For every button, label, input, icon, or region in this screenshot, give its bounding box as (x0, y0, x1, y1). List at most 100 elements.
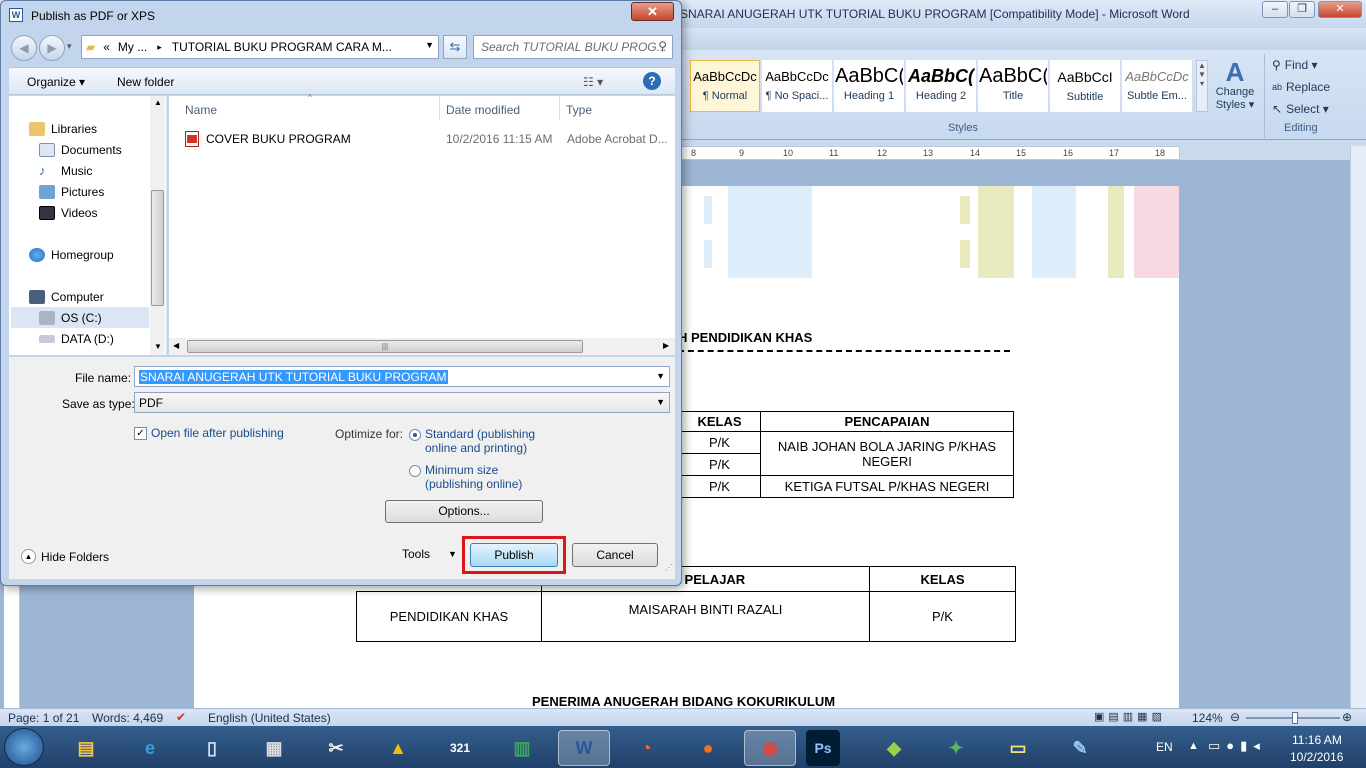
language-status[interactable]: English (United States) (208, 711, 331, 725)
file-name-input[interactable]: SNARAI ANUGERAH UTK TUTORIAL BUKU PROGRA… (134, 366, 670, 387)
resize-grip-icon[interactable]: ⋰ (665, 563, 673, 572)
file-name-dropdown-icon[interactable]: ▼ (656, 371, 665, 381)
snipping-tool-icon[interactable]: ✂ (310, 730, 362, 766)
chrome-icon[interactable]: ◉ (744, 730, 796, 766)
file-hscroll-thumb[interactable]: ||| (187, 340, 583, 353)
back-button[interactable]: ◀ (11, 35, 37, 61)
save-as-dropdown-icon[interactable]: ▼ (656, 397, 665, 407)
nav-homegroup[interactable]: Homegroup (29, 244, 169, 265)
style-subtle-emphasis[interactable]: AaBbCcDc Subtle Em... (1122, 60, 1192, 112)
close-button[interactable]: ✕ (631, 2, 674, 21)
minimum-size-radio[interactable]: Minimum size (publishing online) (409, 463, 569, 491)
libraries-icon (29, 121, 45, 136)
calculator-icon[interactable]: ▦ (248, 730, 300, 766)
style-subtitle[interactable]: AaBbCcI Subtitle (1050, 60, 1120, 112)
nav-libraries[interactable]: Libraries (29, 118, 169, 139)
clock-time[interactable]: 11:16 AM (1292, 733, 1342, 747)
find-button[interactable]: ⚲ Find ▾ (1272, 58, 1318, 72)
language-indicator[interactable]: EN (1156, 740, 1173, 754)
word-count[interactable]: Words: 4,469 (92, 711, 163, 725)
hide-folders-button[interactable]: ▲ Hide Folders (21, 549, 109, 564)
table-cell: P/K (678, 475, 761, 498)
save-as-type-select[interactable]: PDF ▼ (134, 392, 670, 413)
refresh-icon[interactable]: ⇆ (443, 35, 467, 59)
paint-icon[interactable]: ✎ (1054, 730, 1106, 766)
page-count[interactable]: Page: 1 of 21 (8, 711, 79, 725)
table-cell: KETIGA FUTSAL P/KHAS NEGERI (760, 475, 1014, 498)
style-no-spacing[interactable]: AaBbCcDc ¶ No Spaci... (762, 60, 832, 112)
new-folder-button[interactable]: New folder (117, 75, 174, 89)
nav-scroll-thumb[interactable] (151, 190, 164, 306)
file-hscrollbar[interactable]: ◀ ||| ▶ (169, 338, 675, 355)
reader-icon[interactable]: ▥ (496, 730, 548, 766)
options-button[interactable]: Options... (385, 500, 543, 523)
organize-button[interactable]: Organize ▾ (27, 75, 85, 89)
scroll-left-icon[interactable]: ◀ (173, 341, 179, 350)
tools-button[interactable]: Tools ▼ (402, 547, 457, 561)
help-icon[interactable]: ? (643, 72, 661, 90)
archive-icon[interactable]: ▲ (372, 730, 424, 766)
style-title[interactable]: AaBbC( Title (978, 60, 1048, 112)
column-divider[interactable] (439, 96, 440, 120)
recycle-bin-icon[interactable]: ▯ (186, 730, 238, 766)
firefox-icon[interactable]: ● (682, 730, 734, 766)
standard-radio[interactable]: Standard (publishing online and printing… (409, 427, 569, 455)
search-input[interactable]: Search TUTORIAL BUKU PROG... ⚲ (473, 35, 673, 59)
header-decoration (704, 196, 712, 224)
style-heading-2[interactable]: AaBbC( Heading 2 (906, 60, 976, 112)
file-name: COVER BUKU PROGRAM (206, 132, 351, 146)
nav-computer[interactable]: Computer (29, 286, 169, 307)
open-after-publishing-checkbox[interactable]: ✓ Open file after publishing (134, 426, 284, 440)
view-buttons[interactable]: ▣▤▥▦▧ (1094, 710, 1166, 723)
clock-date[interactable]: 10/2/2016 (1290, 750, 1343, 764)
bluestacks-icon[interactable]: ◆ (868, 730, 920, 766)
select-button[interactable]: ↖ Select ▾ (1272, 102, 1329, 116)
replace-button[interactable]: ab Replace (1272, 80, 1330, 94)
nav-drive-c[interactable]: OS (C:) (11, 307, 149, 328)
style-normal[interactable]: AaBbCcDc ¶ Normal (690, 60, 760, 112)
start-button[interactable] (4, 728, 44, 766)
explorer-icon[interactable]: ▤ (60, 730, 112, 766)
sticky-notes-icon[interactable]: ▭ (992, 730, 1044, 766)
zoom-out-icon[interactable]: ⊖ (1230, 710, 1240, 724)
zoom-in-icon[interactable]: ⊕ (1342, 710, 1352, 724)
zoom-level[interactable]: 124% (1192, 711, 1223, 725)
publish-button[interactable]: Publish (470, 543, 558, 567)
dashed-underline (678, 350, 1010, 352)
horizontal-ruler[interactable]: 8 9 10 11 12 13 14 15 16 17 18 (680, 146, 1180, 160)
orbit-icon[interactable]: ◔ (620, 730, 672, 766)
breadcrumb-my[interactable]: My ... (118, 40, 147, 54)
column-type[interactable]: Type (566, 103, 592, 117)
zoom-thumb[interactable] (1292, 712, 1298, 724)
book-icon[interactable]: ✦ (930, 730, 982, 766)
change-styles-button[interactable]: A Change Styles ▾ (1212, 58, 1258, 111)
style-heading-1[interactable]: AaBbC( Heading 1 (834, 60, 904, 112)
forward-button[interactable]: ▶ (39, 35, 65, 61)
breadcrumb-folder[interactable]: TUTORIAL BUKU PROGRAM CARA M... (172, 40, 392, 54)
word-taskbar-icon[interactable]: W (558, 730, 610, 766)
file-row[interactable]: COVER BUKU PROGRAM 10/2/2016 11:15 AM Ad… (185, 130, 675, 148)
styles-scroll[interactable]: ▲ ▼ ▾ (1196, 60, 1208, 112)
achievement-table: KELAS PENCAPAIAN P/K NAIB JOHAN BOLA JAR… (678, 411, 1014, 498)
scroll-right-icon[interactable]: ▶ (663, 341, 669, 350)
tray-arrow-icon[interactable]: ▲ (1188, 740, 1199, 752)
address-bar[interactable]: ▰ « My ... ▸ TUTORIAL BUKU PROGRAM CARA … (81, 35, 439, 59)
maximize-button[interactable]: ❐ (1289, 1, 1315, 18)
internet-explorer-icon[interactable]: e (124, 730, 176, 766)
address-dropdown-icon[interactable]: ▼ (425, 40, 434, 50)
cancel-button[interactable]: Cancel (572, 543, 658, 567)
column-name[interactable]: Name (185, 103, 217, 117)
word-close-button[interactable]: ✕ (1318, 1, 1362, 18)
tray-icons[interactable]: ▭●▮◂ (1208, 738, 1266, 754)
proofing-icon[interactable]: ✔ (176, 710, 186, 724)
vertical-scrollbar[interactable] (1350, 146, 1366, 708)
photoshop-icon[interactable]: Ps (806, 730, 840, 766)
column-date[interactable]: Date modified (446, 103, 520, 117)
player-321-icon[interactable]: 321 (434, 730, 486, 766)
nav-scrollbar[interactable]: ▲ ▼ (150, 96, 165, 355)
zoom-slider[interactable]: ⊖ ⊕ (1230, 710, 1354, 724)
view-options-button[interactable]: ☷ ▾ (583, 75, 603, 89)
column-divider[interactable] (559, 96, 560, 120)
minimize-button[interactable]: – (1262, 1, 1288, 18)
recent-dropdown-icon[interactable]: ▾ (67, 41, 72, 52)
